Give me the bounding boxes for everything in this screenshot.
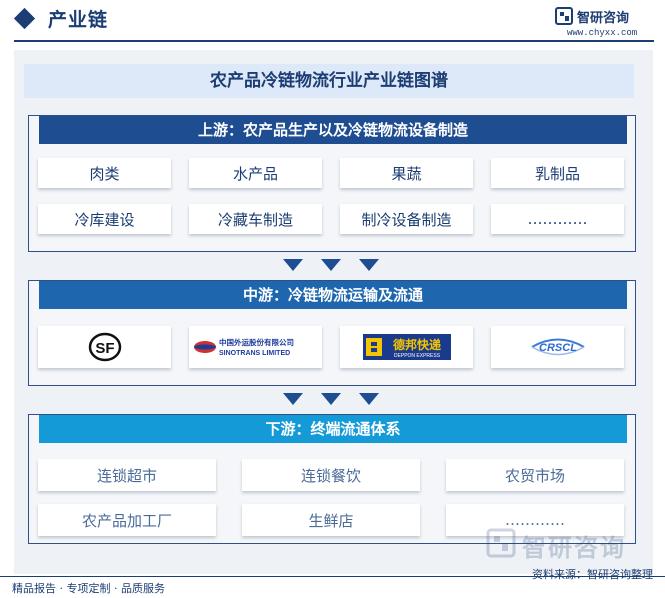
crscl-logo-icon: CRSCL	[531, 338, 584, 356]
downstream-item: 连锁超市	[38, 459, 216, 491]
diagram-title: 农产品冷链物流行业产业链图谱	[24, 64, 634, 98]
upstream-item: 果蔬	[340, 158, 473, 188]
upstream-item: 乳制品	[491, 158, 624, 188]
down-arrow-icon	[359, 259, 379, 271]
brand-url[interactable]: www.chyxx.com	[567, 28, 637, 38]
upstream-item: 制冷设备制造	[340, 204, 473, 234]
deppon-logo: 德邦快递 DEPPON EXPRESS	[340, 326, 473, 368]
downstream-item: …………	[446, 504, 624, 536]
sinotrans-logo: 中国外运股份有限公司 SINOTRANS LIMITED	[189, 326, 322, 368]
upstream-item: 冷藏车制造	[189, 204, 322, 234]
sinotrans-logo-icon: 中国外运股份有限公司 SINOTRANS LIMITED	[193, 337, 294, 357]
midstream-label: 中游：冷链物流运输及流通	[39, 281, 627, 309]
svg-text:CRSCL: CRSCL	[539, 342, 577, 354]
page-title: 产业链	[48, 9, 109, 31]
brand-name: 智研咨询	[577, 11, 630, 26]
svg-text:SF: SF	[95, 340, 114, 357]
header-diamond-icon	[13, 7, 36, 30]
brand[interactable]: 智研咨询 www.chyxx.com	[555, 6, 651, 40]
downstream-item: 连锁餐饮	[242, 459, 420, 491]
down-arrow-icon	[283, 393, 303, 405]
down-arrow-icon	[283, 259, 303, 271]
upstream-item: …………	[491, 204, 624, 234]
deppon-logo-icon: 德邦快递 DEPPON EXPRESS	[362, 334, 451, 360]
upstream-item: 冷库建设	[38, 204, 171, 234]
footer-divider	[0, 576, 665, 577]
upstream-label: 上游：农产品生产以及冷链物流设备制造	[39, 116, 627, 144]
sf-express-logo: SF	[38, 326, 171, 368]
source-note: 资料来源：智研咨询整理	[532, 568, 653, 581]
downstream-item: 农贸市场	[446, 459, 624, 491]
downstream-item: 生鲜店	[242, 504, 420, 536]
svg-text:中国外运股份有限公司: 中国外运股份有限公司	[219, 337, 294, 347]
brand-logo-icon	[555, 7, 573, 25]
down-arrow-icon	[321, 393, 341, 405]
downstream-label: 下游：终端流通体系	[39, 415, 627, 443]
upstream-item: 水产品	[189, 158, 322, 188]
svg-text:DEPPON EXPRESS: DEPPON EXPRESS	[393, 353, 440, 359]
header: Industrial Chain 产业链 智研咨询 www.chyxx.com	[0, 0, 665, 42]
flow-arrows	[0, 259, 665, 273]
upstream-item: 肉类	[38, 158, 171, 188]
downstream-item: 农产品加工厂	[38, 504, 216, 536]
flow-arrows	[0, 393, 665, 407]
down-arrow-icon	[321, 259, 341, 271]
down-arrow-icon	[359, 393, 379, 405]
svg-text:德邦快递: 德邦快递	[392, 337, 440, 352]
footer-slogan: 精品报告 · 专项定制 · 品质服务	[12, 582, 165, 595]
svg-text:SINOTRANS LIMITED: SINOTRANS LIMITED	[219, 350, 290, 357]
header-divider	[14, 40, 654, 42]
sf-logo-icon: SF	[88, 332, 121, 362]
crscl-logo: CRSCL	[491, 326, 624, 368]
